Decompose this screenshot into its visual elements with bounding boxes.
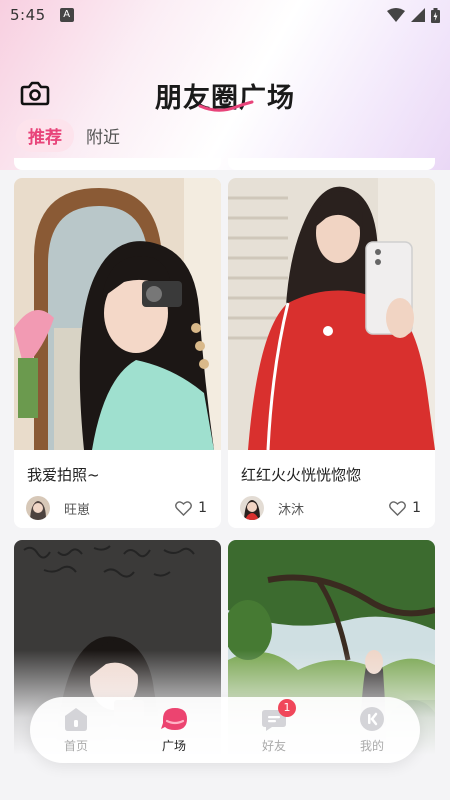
like-button[interactable]: 1	[175, 500, 207, 516]
avatar[interactable]	[26, 496, 50, 520]
nav-item-profile[interactable]: 我的	[342, 705, 402, 754]
post-meta: 旺崽 1	[26, 496, 207, 520]
nav-label: 广场	[161, 739, 186, 753]
like-button[interactable]: 1	[389, 500, 421, 516]
tab-recommend[interactable]: 推荐	[16, 119, 74, 152]
chat-icon: 1	[260, 699, 296, 733]
previous-card-edge	[228, 158, 435, 170]
plaza-icon	[160, 705, 188, 733]
like-count: 1	[198, 500, 207, 516]
nav-label: 首页	[63, 739, 88, 753]
bottom-navigation: 首页 广场 1 好友 我的	[30, 697, 420, 763]
post-photo-girl-camera	[14, 178, 221, 450]
post-title: 我爱拍照~	[27, 466, 100, 484]
heart-icon	[389, 500, 407, 516]
previous-card-edge	[14, 158, 221, 170]
tab-nearby[interactable]: 附近	[86, 123, 120, 148]
post-card[interactable]: 红红火火恍恍惚惚 沐沐 1	[228, 178, 435, 528]
home-icon	[62, 705, 90, 733]
author-name[interactable]: 沐沐	[278, 499, 304, 518]
post-image[interactable]	[14, 178, 221, 450]
notification-icon: A	[59, 8, 74, 22]
author-name[interactable]: 旺崽	[64, 499, 90, 518]
title-underline-decoration	[198, 100, 254, 112]
avatar[interactable]	[240, 496, 264, 520]
feed-tabs: 推荐 附近	[16, 119, 120, 152]
post-card[interactable]: 我爱拍照~ 旺崽 1	[14, 178, 221, 528]
nav-label: 我的	[359, 739, 384, 753]
status-bar: 5:45 A	[0, 0, 450, 30]
status-time: 5:45	[10, 6, 46, 24]
nav-label: 好友	[261, 739, 286, 753]
post-photo-girl-red-shirt	[228, 178, 435, 450]
post-title: 红红火火恍恍惚惚	[241, 466, 362, 484]
nav-item-friends[interactable]: 1 好友	[244, 699, 304, 754]
heart-icon	[175, 500, 193, 516]
signal-icon	[411, 8, 425, 22]
nav-item-plaza[interactable]: 广场	[144, 705, 204, 754]
status-icons	[387, 7, 440, 23]
unread-badge: 1	[278, 699, 296, 717]
nav-item-home[interactable]: 首页	[46, 705, 106, 754]
profile-icon	[358, 705, 386, 733]
post-meta: 沐沐 1	[240, 496, 421, 520]
page-header: 朋友圈广场	[0, 70, 450, 120]
wifi-icon	[387, 8, 405, 22]
post-image[interactable]	[228, 178, 435, 450]
like-count: 1	[412, 500, 421, 516]
battery-icon	[431, 7, 440, 23]
